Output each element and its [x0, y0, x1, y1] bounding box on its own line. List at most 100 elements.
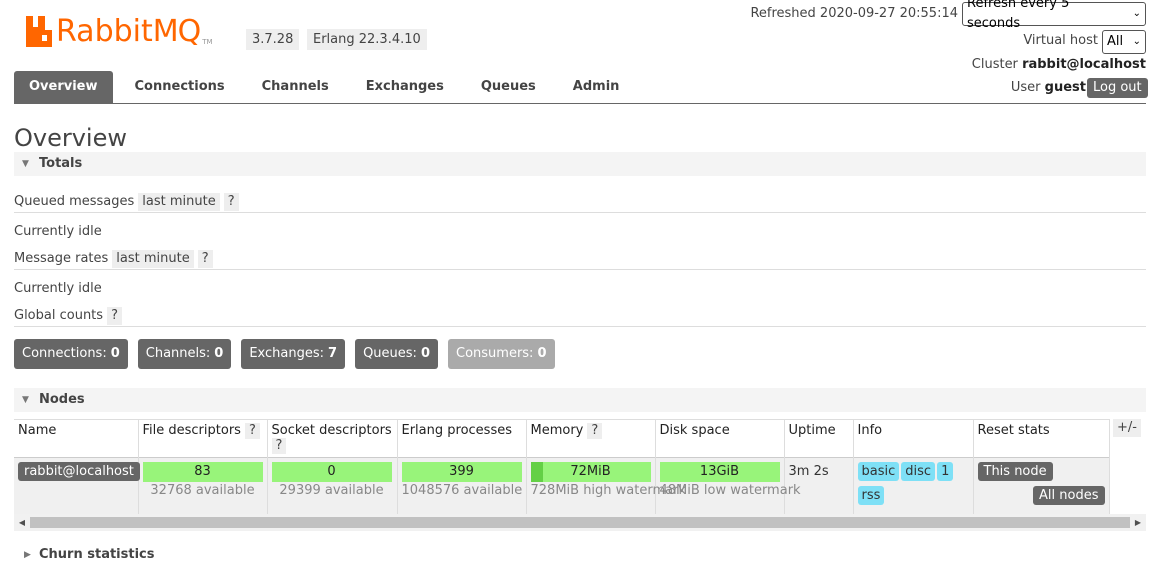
global-counts-row: Global counts? — [14, 307, 122, 325]
refresh-interval-select[interactable]: Refresh every 5 seconds ⌄ — [962, 0, 1146, 31]
queued-messages-label: Queued messages — [14, 194, 135, 209]
rabbit-logo-icon — [26, 16, 52, 47]
cluster-label: Cluster — [971, 57, 1018, 72]
col-disk-space: Disk space — [655, 419, 785, 458]
global-help-button[interactable]: ? — [107, 307, 122, 325]
node-name-link[interactable]: rabbit@localhost — [18, 462, 140, 481]
help-button[interactable]: ? — [244, 423, 260, 439]
totals-section-toggle[interactable]: ▼ Totals — [14, 152, 1146, 176]
memory-bar: 72MiB — [530, 462, 651, 482]
count-value: 0 — [214, 346, 224, 361]
col-label: Memory — [530, 423, 584, 438]
col-label: File descriptors — [142, 423, 241, 438]
info-badge: 1 — [937, 462, 954, 481]
count-label: Consumers: — [456, 346, 534, 361]
divider — [14, 269, 1146, 270]
ep-value: 399 — [449, 464, 474, 479]
reset-this-node-button[interactable]: This node — [977, 462, 1053, 481]
table-header-row: Name File descriptors? Socket descriptor… — [14, 419, 1110, 458]
fd-available: 32768 available — [150, 483, 255, 498]
logo-text: RabbitMQ — [56, 14, 201, 49]
triangle-down-icon: ▼ — [22, 159, 29, 169]
count-value: 0 — [110, 346, 120, 361]
rates-status: Currently idle — [14, 281, 102, 296]
tab-exchanges[interactable]: Exchanges — [351, 71, 459, 103]
tab-admin[interactable]: Admin — [558, 71, 635, 103]
count-value: 0 — [537, 346, 547, 361]
queued-help-button[interactable]: ? — [223, 193, 239, 211]
sd-available: 29399 available — [279, 483, 384, 498]
info-badge: rss — [857, 486, 885, 505]
churn-section-toggle[interactable]: ▶ Churn statistics — [14, 543, 1146, 567]
triangle-right-icon: ▶ — [24, 550, 31, 560]
rates-help-button[interactable]: ? — [197, 250, 213, 268]
col-name: Name — [14, 419, 139, 458]
tab-channels[interactable]: Channels — [247, 71, 344, 103]
help-button[interactable]: ? — [271, 438, 287, 454]
horizontal-scrollbar[interactable]: ◀ ▶ — [14, 514, 1146, 531]
cluster-name: rabbit@localhost — [1022, 57, 1146, 72]
rabbitmq-version: 3.7.28 — [246, 29, 300, 50]
rabbitmq-logo: RabbitMQ TM — [26, 10, 213, 50]
disk-bar: 13GiB — [659, 462, 780, 482]
tab-connections[interactable]: Connections — [120, 71, 240, 103]
uptime-value: 3m 2s — [788, 464, 829, 479]
scrollbar-thumb[interactable] — [30, 517, 1130, 528]
info-cell: basic disc 1 rss — [853, 457, 974, 515]
ep-bar: 399 — [401, 462, 522, 482]
nodes-section-toggle[interactable]: ▼ Nodes — [14, 388, 1146, 412]
queued-status: Currently idle — [14, 224, 102, 239]
queued-messages-row: Queued messages last minute? — [14, 193, 239, 211]
logo-trademark: TM — [202, 38, 213, 46]
node-name-cell: rabbit@localhost — [14, 457, 140, 515]
rates-range-toggle[interactable]: last minute — [112, 250, 194, 268]
col-socket-descriptors: Socket descriptors? — [267, 419, 398, 458]
memory-watermark: 728MiB high watermark — [530, 483, 686, 498]
column-toggle-button[interactable]: +/- — [1113, 419, 1141, 437]
chevron-down-icon: ⌄ — [1132, 36, 1141, 47]
erlang-version: Erlang 22.3.4.10 — [307, 29, 427, 50]
disk-watermark: 48MiB low watermark — [659, 483, 801, 498]
info-badge: disc — [901, 462, 936, 481]
memory-bar-fill — [530, 462, 543, 482]
refresh-interval-value: Refresh every 5 seconds — [967, 0, 1070, 31]
fd-value: 83 — [194, 464, 211, 479]
reset-all-nodes-button[interactable]: All nodes — [1033, 486, 1105, 505]
ep-available: 1048576 available — [401, 483, 523, 498]
chevron-down-icon: ⌄ — [1132, 8, 1141, 19]
global-counts-label: Global counts — [14, 308, 104, 323]
exchanges-count-button[interactable]: Exchanges: 7 — [241, 339, 346, 369]
divider — [14, 212, 1146, 213]
tab-queues[interactable]: Queues — [466, 71, 551, 103]
scroll-left-icon[interactable]: ◀ — [14, 514, 30, 531]
queued-range-toggle[interactable]: last minute — [138, 193, 220, 211]
global-counts: Connections: 0 Channels: 0 Exchanges: 7 Que… — [14, 339, 565, 369]
queues-count-button[interactable]: Queues: 0 — [355, 339, 438, 369]
fd-cell: 83 32768 available — [138, 457, 268, 515]
count-label: Connections: — [22, 346, 107, 361]
col-file-descriptors: File descriptors? — [138, 419, 268, 458]
fd-bar: 83 — [142, 462, 263, 482]
sd-cell: 0 29399 available — [267, 457, 398, 515]
count-label: Queues: — [363, 346, 417, 361]
nodes-table: Name File descriptors? Socket descriptor… — [14, 419, 1110, 515]
col-reset-stats: Reset stats — [973, 419, 1110, 458]
churn-heading: Churn statistics — [39, 547, 155, 562]
connections-count-button[interactable]: Connections: 0 — [14, 339, 128, 369]
channels-count-button[interactable]: Channels: 0 — [137, 339, 232, 369]
sd-value: 0 — [327, 464, 336, 479]
scroll-right-icon[interactable]: ▶ — [1130, 514, 1146, 531]
help-button[interactable]: ? — [587, 423, 603, 439]
info-badge: basic — [857, 462, 900, 481]
refreshed-timestamp: Refreshed 2020-09-27 20:55:14 — [750, 6, 958, 21]
virtual-host-select[interactable]: All ⌄ — [1102, 30, 1146, 54]
tab-overview[interactable]: Overview — [14, 71, 113, 103]
col-erlang-processes: Erlang processes — [397, 419, 527, 458]
col-label: Socket descriptors — [271, 423, 392, 438]
col-info: Info — [853, 419, 974, 458]
message-rates-label: Message rates — [14, 251, 109, 266]
count-label: Channels: — [145, 346, 211, 361]
consumers-count-button[interactable]: Consumers: 0 — [448, 339, 555, 369]
virtual-host-value: All — [1107, 34, 1124, 49]
message-rates-row: Message rates last minute? — [14, 250, 213, 268]
